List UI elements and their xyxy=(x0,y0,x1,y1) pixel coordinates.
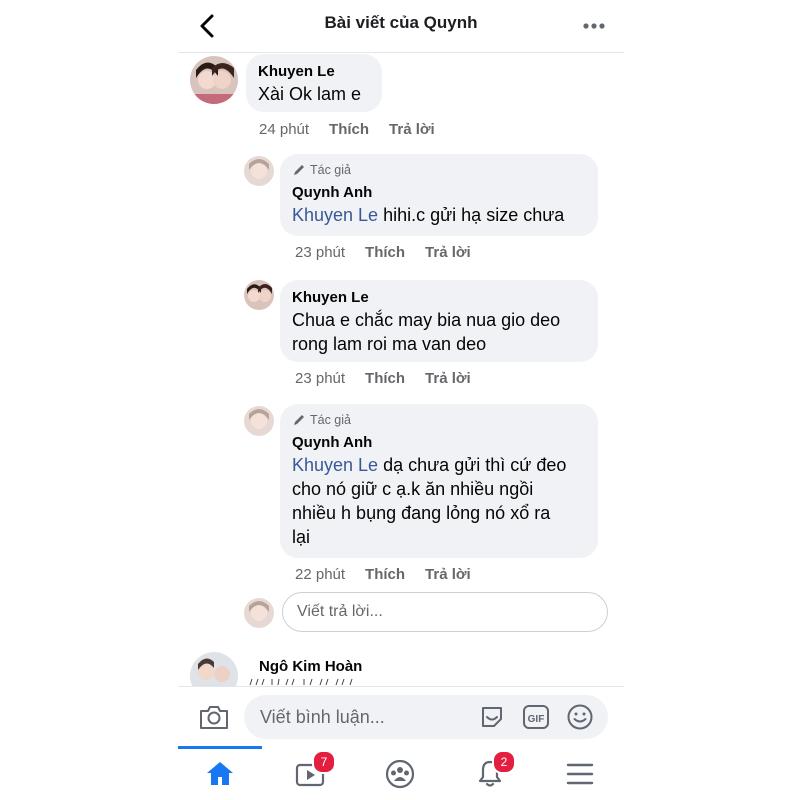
comment-time: 23 phút xyxy=(295,244,346,261)
author-tag-label: Tác giả xyxy=(310,163,351,177)
nav-tab-notifications[interactable]: 2 xyxy=(448,746,532,800)
nav-tab-menu[interactable] xyxy=(538,746,622,800)
notifications-badge: 2 xyxy=(492,750,516,774)
reply-button[interactable]: Trả lời xyxy=(389,121,435,138)
comment-meta: 23 phút Thích Trả lời xyxy=(295,370,471,387)
comment-bubble: Tác giả Quynh Anh Khuyen Le hihi.c gửi h… xyxy=(280,154,598,236)
comment-meta: 24 phút Thích Trả lời xyxy=(259,121,435,138)
profile-photo-icon xyxy=(244,598,274,628)
pen-icon xyxy=(294,415,304,425)
mention-link[interactable]: Khuyen Le xyxy=(292,455,378,475)
truncated-text-icon xyxy=(249,678,353,686)
mention-link[interactable]: Khuyen Le xyxy=(292,205,378,225)
comment-author-name[interactable]: Khuyen Le xyxy=(292,288,586,308)
comment-author-name[interactable]: Khuyen Le xyxy=(258,62,370,82)
current-user-avatar xyxy=(244,598,274,628)
svg-text:GIF: GIF xyxy=(528,714,545,725)
author-tag: Tác giả xyxy=(292,412,586,428)
home-icon xyxy=(207,762,233,785)
header-bar: Bài viết của Quynh xyxy=(178,0,624,53)
comment-text: Xài Ok lam e xyxy=(258,84,362,104)
active-tab-indicator xyxy=(178,746,262,749)
emoji-icon[interactable] xyxy=(566,703,594,731)
nav-tab-groups[interactable] xyxy=(358,746,442,800)
phone-screen: Bài viết của Quynh Khuyen Le Xài Ok lam … xyxy=(178,0,624,800)
comment-time: 24 phút xyxy=(259,121,310,138)
comment-meta: 22 phút Thích Trả lời xyxy=(295,566,471,583)
menu-icon xyxy=(566,763,594,785)
profile-photo-icon xyxy=(244,406,274,436)
reply-button[interactable]: Trả lời xyxy=(425,566,471,583)
comment-meta: 23 phút Thích Trả lời xyxy=(295,244,471,261)
comment-bubble: Khuyen Le Xài Ok lam e xyxy=(246,54,382,112)
comment-author-name[interactable]: Quynh Anh xyxy=(292,183,586,203)
bottom-navigation: 7 2 xyxy=(178,746,624,800)
author-tag: Tác giả xyxy=(292,162,586,178)
nav-tab-home[interactable] xyxy=(178,746,262,800)
reply-button[interactable]: Trả lời xyxy=(425,370,471,387)
reply-input[interactable]: Viết trả lời... xyxy=(282,592,608,632)
avatar-khuyen-le[interactable] xyxy=(244,280,274,310)
page-title: Bài viết của Quynh xyxy=(324,13,478,32)
comment-author-name[interactable]: Quynh Anh xyxy=(292,433,586,453)
like-button[interactable]: Thích xyxy=(365,370,405,387)
comment-text: hihi.c gửi hạ size chưa xyxy=(383,205,565,225)
comment-text-line: dạ chưa gửi thì cứ đeo xyxy=(383,455,567,475)
gif-icon[interactable]: GIF xyxy=(522,703,550,731)
nav-tab-watch[interactable]: 7 xyxy=(268,746,352,800)
sticker-icon[interactable] xyxy=(478,703,506,731)
like-button[interactable]: Thích xyxy=(329,121,369,138)
avatar-khuyen-le[interactable] xyxy=(190,56,238,104)
more-options-icon[interactable] xyxy=(580,12,608,40)
comment-bubble: Khuyen Le Chua e chắc may bia nua gio de… xyxy=(280,280,598,362)
watch-badge: 7 xyxy=(312,750,336,774)
comment-text-line: rong lam roi ma van deo xyxy=(292,334,487,354)
comment-text-line: Chua e chắc may bia nua gio deo xyxy=(292,310,561,330)
comment-time: 22 phút xyxy=(295,566,346,583)
comment-bubble: Tác giả Quynh Anh Khuyen Le dạ chưa gửi … xyxy=(280,404,598,558)
comment-input[interactable]: Viết bình luận... xyxy=(244,695,608,739)
comment-input-placeholder: Viết bình luận... xyxy=(260,707,385,727)
camera-icon[interactable] xyxy=(198,703,230,731)
like-button[interactable]: Thích xyxy=(365,566,405,583)
like-button[interactable]: Thích xyxy=(365,244,405,261)
comment-author-name[interactable]: Ngô Kim Hoàn xyxy=(259,657,362,677)
author-tag-label: Tác giả xyxy=(310,413,351,427)
reply-button[interactable]: Trả lời xyxy=(425,244,471,261)
comment-composer: Viết bình luận... GIF xyxy=(178,686,624,747)
comment-text-line: lại xyxy=(292,527,311,547)
avatar-quynh-anh[interactable] xyxy=(244,406,274,436)
comment-text-line: cho nó giữ c ạ.k ăn nhiều ngồi xyxy=(292,479,534,499)
comment-time: 23 phút xyxy=(295,370,346,387)
profile-photo-icon xyxy=(244,280,274,310)
pen-icon xyxy=(294,165,304,175)
profile-photo-icon xyxy=(190,56,238,104)
profile-photo-icon xyxy=(244,156,274,186)
comment-text-line: nhiều h bụng đang lỏng nó xổ ra xyxy=(292,503,551,523)
avatar-quynh-anh[interactable] xyxy=(244,156,274,186)
groups-icon xyxy=(385,759,415,789)
